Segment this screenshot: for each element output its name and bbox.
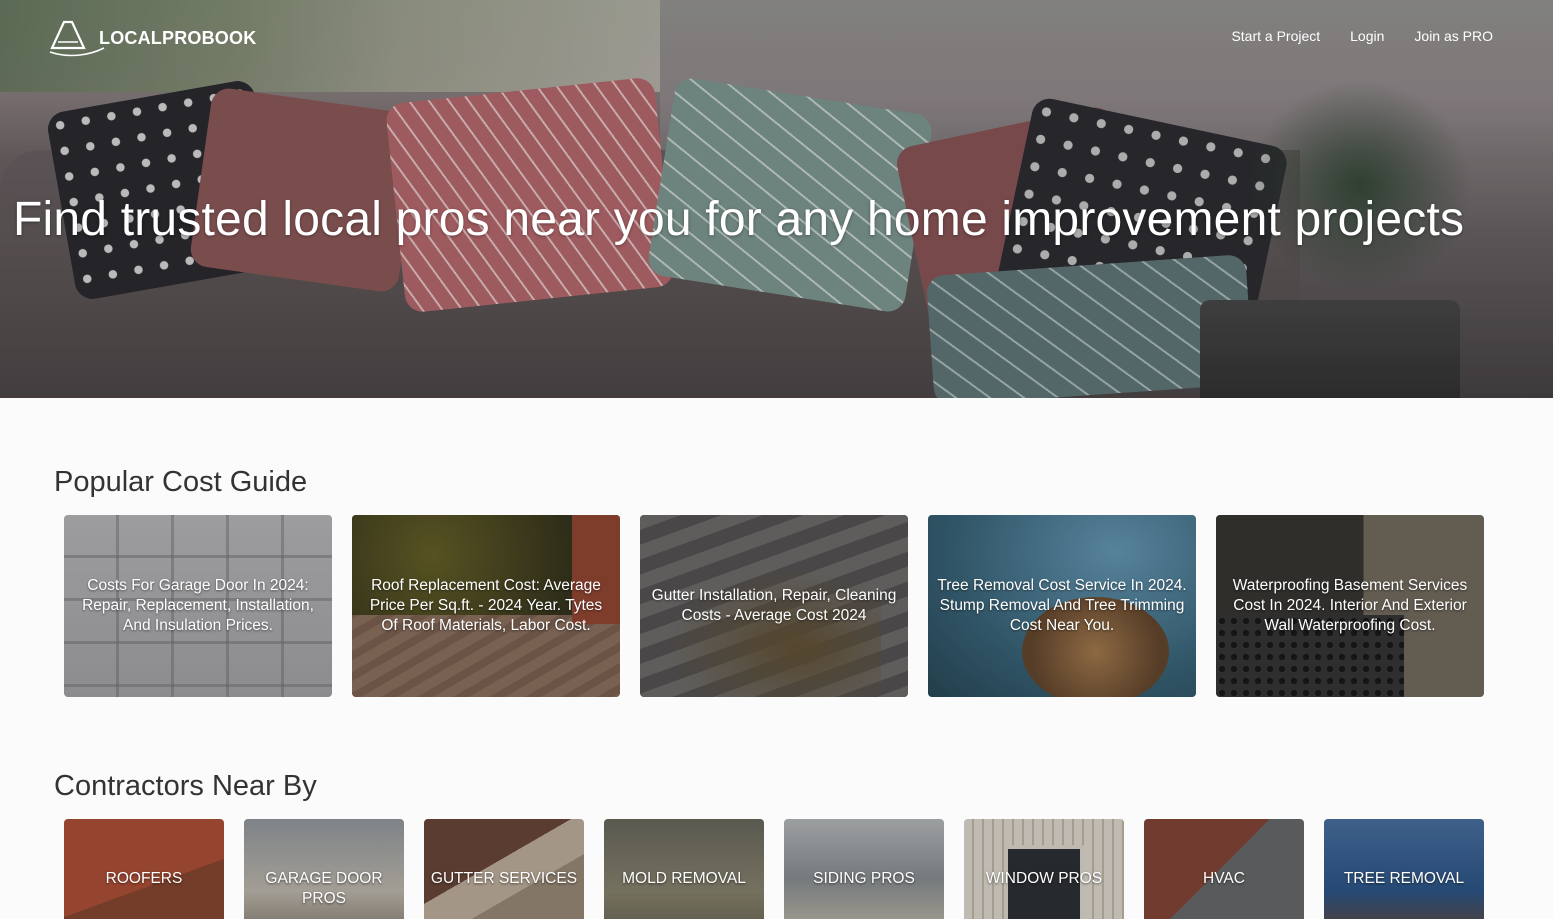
cost-guide-card-label: Waterproofing Basement Services Cost In … <box>1232 577 1468 634</box>
house-roof-logo-icon <box>49 20 105 57</box>
cost-guide-card-label: Tree Removal Cost Service In 2024. Stump… <box>937 577 1187 634</box>
contractors-list: ROOFERS GARAGE DOOR PROS GUTTER SERVICES… <box>64 819 1484 919</box>
login-link[interactable]: Login <box>1350 28 1384 44</box>
cost-guide-card-waterproofing[interactable]: Waterproofing Basement Services Cost In … <box>1216 515 1484 697</box>
contractor-card-label: SIDING PROS <box>813 870 915 887</box>
cost-guide-list: Costs For Garage Door In 2024: Repair, R… <box>64 515 1484 697</box>
contractor-card-window-pros[interactable]: WINDOW PROS <box>964 819 1124 919</box>
contractor-card-tree-removal[interactable]: TREE REMOVAL <box>1324 819 1484 919</box>
nav-links: Start a Project Login Join as PRO <box>1231 28 1493 44</box>
contractor-card-label: ROOFERS <box>105 870 183 887</box>
join-as-pro-link[interactable]: Join as PRO <box>1414 28 1493 44</box>
contractor-card-gutter-services[interactable]: GUTTER SERVICES <box>424 819 584 919</box>
brand-name: LOCALPROBOOK <box>99 28 257 48</box>
cost-guide-card-label: Gutter Installation, Repair, Cleaning Co… <box>651 587 897 624</box>
cost-guide-title: Popular Cost Guide <box>54 466 308 498</box>
contractor-card-label: WINDOW PROS <box>985 870 1103 887</box>
hero-title: Find trusted local pros near you for any… <box>13 193 1465 246</box>
contractor-card-label: MOLD REMOVAL <box>622 870 746 887</box>
cost-guide-card-gutter[interactable]: Gutter Installation, Repair, Cleaning Co… <box>640 515 908 697</box>
contractor-card-siding-pros[interactable]: SIDING PROS <box>784 819 944 919</box>
hero-banner: LOCALPROBOOK Start a Project Login Join … <box>0 0 1553 398</box>
contractors-title: Contractors Near By <box>54 770 317 802</box>
contractor-card-label: HVAC <box>1203 870 1245 887</box>
cost-guide-card-label: Costs For Garage Door In 2024: Repair, R… <box>82 577 314 634</box>
contractor-card-mold-removal[interactable]: MOLD REMOVAL <box>604 819 764 919</box>
cost-guide-card-roof[interactable]: Roof Replacement Cost: Average Price Per… <box>352 515 620 697</box>
cost-guide-card-label: Roof Replacement Cost: Average Price Per… <box>369 577 603 634</box>
start-project-link[interactable]: Start a Project <box>1231 28 1320 44</box>
cost-guide-card-tree-removal[interactable]: Tree Removal Cost Service In 2024. Stump… <box>928 515 1196 697</box>
brand-logo[interactable]: LOCALPROBOOK <box>48 18 256 58</box>
contractor-card-hvac[interactable]: HVAC <box>1144 819 1304 919</box>
contractor-card-label: GUTTER SERVICES <box>430 870 578 887</box>
contractor-card-roofers[interactable]: ROOFERS <box>64 819 224 919</box>
top-navigation: LOCALPROBOOK Start a Project Login Join … <box>0 0 1553 76</box>
cost-guide-card-garage-door[interactable]: Costs For Garage Door In 2024: Repair, R… <box>64 515 332 697</box>
contractor-card-label: TREE REMOVAL <box>1343 870 1465 887</box>
contractor-card-label: GARAGE DOOR PROS <box>265 870 383 907</box>
contractor-card-garage-door-pros[interactable]: GARAGE DOOR PROS <box>244 819 404 919</box>
